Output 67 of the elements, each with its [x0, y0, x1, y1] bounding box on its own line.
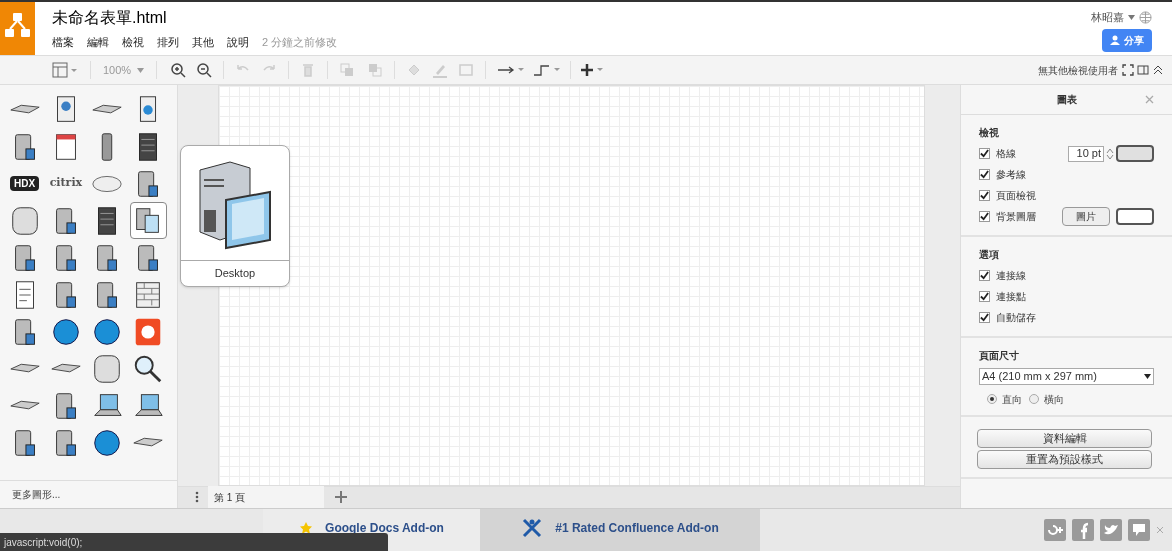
crossed-tools-icon — [521, 518, 544, 538]
option-label: 格線 — [996, 147, 1016, 161]
share-button[interactable]: 分享 — [1102, 28, 1152, 52]
image-button[interactable]: 圖片 — [1062, 207, 1110, 226]
menu-item[interactable]: 排列 — [157, 34, 179, 51]
app-logo[interactable] — [0, 2, 35, 55]
star-icon — [299, 521, 314, 535]
fullscreen-icon[interactable] — [1122, 64, 1134, 76]
color-swatch[interactable] — [1116, 145, 1154, 162]
collapse-icon[interactable] — [1152, 64, 1164, 76]
section-title: 選項 — [979, 248, 1000, 262]
zoom-in-icon[interactable] — [169, 61, 188, 79]
checkbox[interactable] — [979, 211, 990, 222]
zoom-out-icon[interactable] — [195, 61, 214, 79]
option-label: 自動儲存 — [996, 311, 1036, 325]
option-label: 頁面檢視 — [996, 189, 1036, 203]
checkbox[interactable] — [979, 270, 990, 281]
chat-icon[interactable] — [1128, 519, 1150, 541]
panel-title: 圖表 — [1056, 93, 1077, 107]
user-name[interactable]: 林昭嘉 — [1091, 9, 1124, 26]
menu-item[interactable]: 其他 — [192, 34, 214, 51]
plus-share-icon[interactable] — [1044, 519, 1066, 541]
plus-icon[interactable] — [579, 61, 606, 79]
page-tab[interactable]: 第 1 頁 — [208, 486, 324, 508]
section-title: 檢視 — [979, 126, 1000, 140]
shape-logo[interactable]: HDX — [10, 176, 40, 191]
checkbox[interactable] — [979, 190, 990, 201]
radio-button[interactable] — [1029, 394, 1039, 404]
checkbox[interactable] — [979, 148, 990, 159]
panel-button[interactable]: 重置為預設樣式 — [977, 450, 1152, 469]
section-title: 頁面尺寸 — [979, 349, 1020, 363]
radio-label: 橫向 — [1044, 392, 1064, 407]
checkbox[interactable] — [979, 312, 990, 323]
shape-tile[interactable]: citrix — [47, 165, 85, 202]
layout-icon[interactable] — [52, 62, 78, 78]
grid-size-field[interactable]: 10 pt — [1068, 145, 1104, 162]
globe-icon[interactable] — [1139, 10, 1152, 24]
bird-icon[interactable] — [1100, 519, 1122, 541]
person-icon — [1110, 35, 1120, 45]
checkbox[interactable] — [979, 169, 990, 180]
viewers-text: 無其他檢視使用者 — [1038, 63, 1118, 78]
option-label: 連接點 — [996, 290, 1026, 304]
tooltip-label: Desktop — [214, 266, 256, 282]
panel-button[interactable]: 資料編輯 — [977, 429, 1152, 448]
ad-banner[interactable]: #1 Rated Confluence Add-on — [480, 509, 760, 551]
option-label: 參考線 — [996, 168, 1026, 182]
facebook-icon[interactable] — [1072, 519, 1094, 541]
menu-item[interactable]: 檔案 — [52, 34, 74, 51]
option-label: 連接線 — [996, 269, 1026, 283]
option-label: 背景圖層 — [996, 210, 1036, 224]
menu-item[interactable]: 檢視 — [122, 34, 144, 51]
radio-button[interactable] — [987, 394, 997, 404]
shape-tile[interactable]: HDX — [6, 165, 44, 202]
document-title[interactable]: 未命名表單.html — [52, 6, 338, 30]
status-url-tooltip: javascript:void(0); — [0, 533, 388, 551]
checkbox[interactable] — [979, 291, 990, 302]
color-swatch[interactable] — [1116, 208, 1154, 225]
radio-label: 直向 — [1002, 392, 1022, 407]
page-size-dropdown[interactable]: A4 (210 mm x 297 mm) — [979, 368, 1154, 385]
shape-logo[interactable]: citrix — [49, 175, 83, 192]
menu-item[interactable]: 說明 — [227, 34, 249, 51]
menu-item[interactable]: 編輯 — [87, 34, 109, 51]
last-modified-text: 2 分鐘之前修改 — [262, 35, 338, 50]
more-shapes-link[interactable]: 更多圖形... — [12, 487, 61, 502]
caret-icon[interactable] — [1144, 374, 1151, 379]
spinner-icon[interactable] — [1106, 146, 1114, 161]
panel-icon[interactable] — [1137, 64, 1149, 76]
